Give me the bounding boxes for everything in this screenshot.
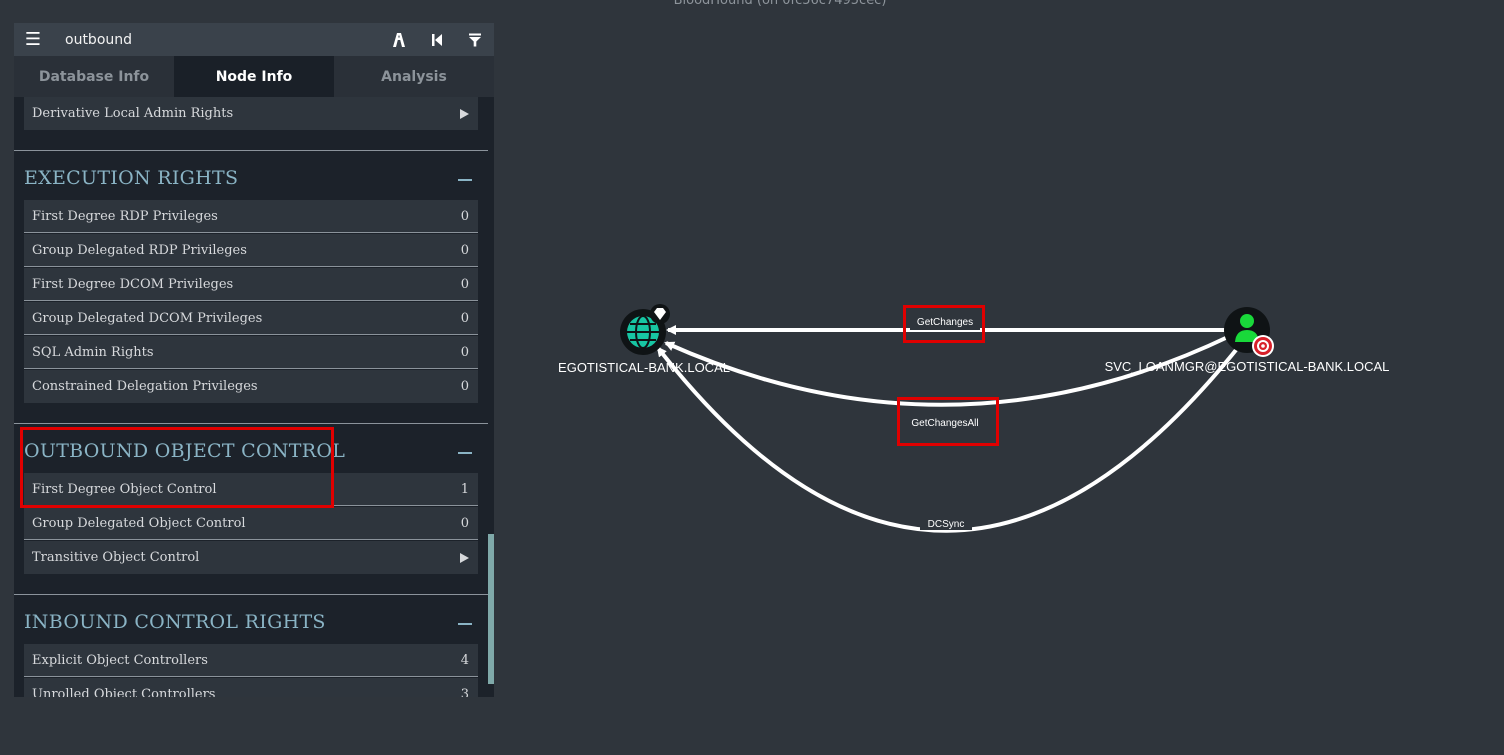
row-sql-admin[interactable]: SQL Admin Rights 0 [24,336,478,369]
collapse-execution-icon[interactable] [458,179,472,181]
row-first-degree-rdp[interactable]: First Degree RDP Privileges 0 [24,200,478,233]
row-count: 1 [460,481,469,497]
row-label: Transitive Object Control [32,550,200,565]
globe-icon [627,315,659,349]
edge-getchangesall [664,334,1231,407]
row-label: Group Delegated DCOM Privileges [32,310,263,326]
user-icon [1235,314,1259,342]
tab-database-info[interactable]: Database Info [14,56,174,97]
highlight-box-getchanges [903,305,985,343]
search-input[interactable] [52,31,380,48]
node-label-domain: EGOTISTICAL-BANK.LOCAL [558,360,730,375]
row-group-delegated-object-control[interactable]: Group Delegated Object Control 0 [24,507,478,540]
row-count: 0 [460,515,469,531]
edge-label-getchanges: GetChanges [917,317,973,328]
row-first-degree-dcom[interactable]: First Degree DCOM Privileges 0 [24,268,478,301]
edge-dcsync [656,343,1242,533]
row-label: Unrolled Object Controllers [32,686,216,698]
search-bar: ☰ [14,23,494,56]
row-count: 0 [460,242,469,258]
node-label-user: SVC_LOANMGR@EGOTISTICAL-BANK.LOCAL [1105,359,1390,374]
high-value-diamond-icon [650,304,670,324]
row-count: 0 [460,208,469,224]
section-title-execution-rights: EXECUTION RIGHTS [24,167,239,189]
section-title-inbound-control-rights: INBOUND CONTROL RIGHTS [24,611,326,633]
user-node [1224,307,1274,357]
collapse-outbound-icon[interactable] [458,452,472,454]
row-constrained-delegation[interactable]: Constrained Delegation Privileges 0 [24,370,478,403]
expand-arrow-icon [460,108,469,119]
row-explicit-object-controllers[interactable]: Explicit Object Controllers 4 [24,644,478,677]
row-label: First Degree Object Control [32,481,217,497]
pathfinding-icon[interactable] [380,23,418,56]
edge-label-dcsync: DCSync [928,519,965,530]
highlight-box-getchangesall [897,397,999,446]
row-label: First Degree DCOM Privileges [32,276,234,292]
row-derivative-local-admin[interactable]: Derivative Local Admin Rights [24,97,478,130]
section-divider [14,150,488,151]
back-icon[interactable] [418,23,456,56]
row-group-delegated-rdp[interactable]: Group Delegated RDP Privileges 0 [24,234,478,267]
tab-bar: Database Info Node Info Analysis [14,56,494,97]
row-label: Group Delegated Object Control [32,515,246,531]
tab-node-info[interactable]: Node Info [174,56,334,97]
row-unrolled-object-controllers[interactable]: Unrolled Object Controllers 3 [24,678,478,697]
expand-arrow-icon [460,552,469,563]
row-group-delegated-dcom[interactable]: Group Delegated DCOM Privileges 0 [24,302,478,335]
row-transitive-object-control[interactable]: Transitive Object Control [24,541,478,574]
row-label: Derivative Local Admin Rights [32,106,234,121]
row-count: 4 [460,652,469,668]
scrollbar-thumb[interactable] [488,534,494,684]
node-info-content: Derivative Local Admin Rights EXECUTION … [14,97,488,697]
row-count: 0 [460,379,469,394]
tab-analysis[interactable]: Analysis [334,56,494,97]
row-count: 0 [460,310,469,326]
left-panel: ☰ Database Info Node Info Analysis Deriv… [14,23,494,697]
edge-label-getchangesall: GetChangesAll [911,418,978,429]
row-label: SQL Admin Rights [32,344,154,360]
row-count: 3 [460,686,469,698]
section-divider [14,594,488,595]
row-count: 0 [460,276,469,292]
row-label: First Degree RDP Privileges [32,208,218,224]
menu-icon[interactable]: ☰ [14,29,52,50]
row-label: Explicit Object Controllers [32,652,208,668]
row-label: Group Delegated RDP Privileges [32,242,247,258]
row-first-degree-object-control[interactable]: First Degree Object Control 1 [24,473,478,506]
section-divider [14,423,488,424]
section-title-outbound-object-control: OUTBOUND OBJECT CONTROL [24,440,346,462]
row-label: Constrained Delegation Privileges [32,379,258,394]
row-count: 0 [460,344,469,360]
collapse-inbound-icon[interactable] [458,623,472,625]
owned-target-icon [1252,335,1274,357]
domain-node [620,304,670,355]
filter-icon[interactable] [456,23,494,56]
window-title: BloodHound (on 0fc56c7495cec) [673,0,887,8]
